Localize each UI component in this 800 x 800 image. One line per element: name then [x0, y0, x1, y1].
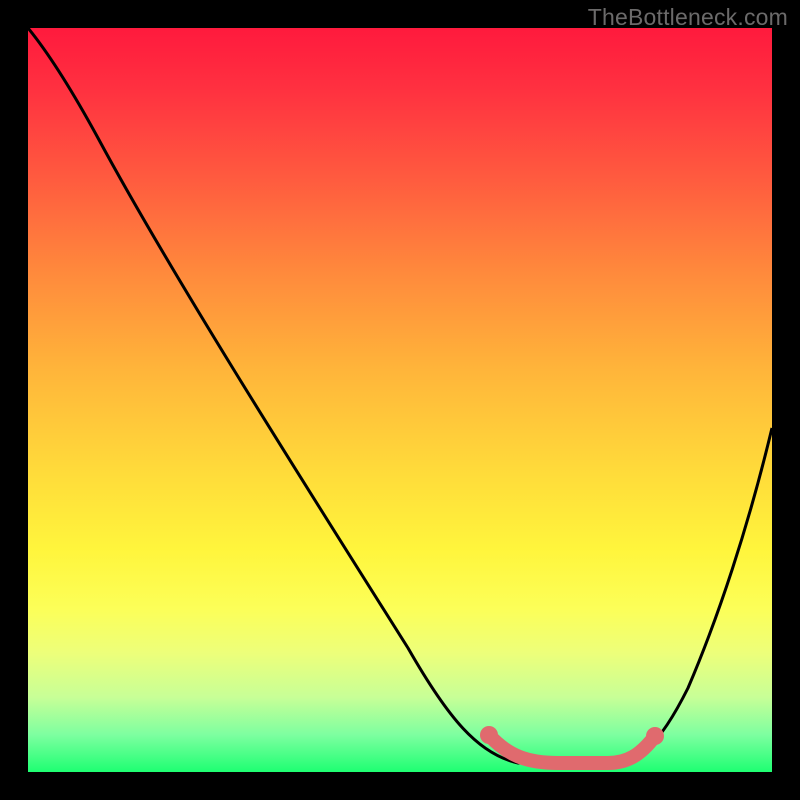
optimal-end-dot	[646, 727, 664, 745]
optimal-range-path	[489, 735, 655, 763]
optimal-range-highlight	[28, 28, 772, 772]
watermark-text: TheBottleneck.com	[588, 4, 788, 31]
chart-area	[28, 28, 772, 772]
